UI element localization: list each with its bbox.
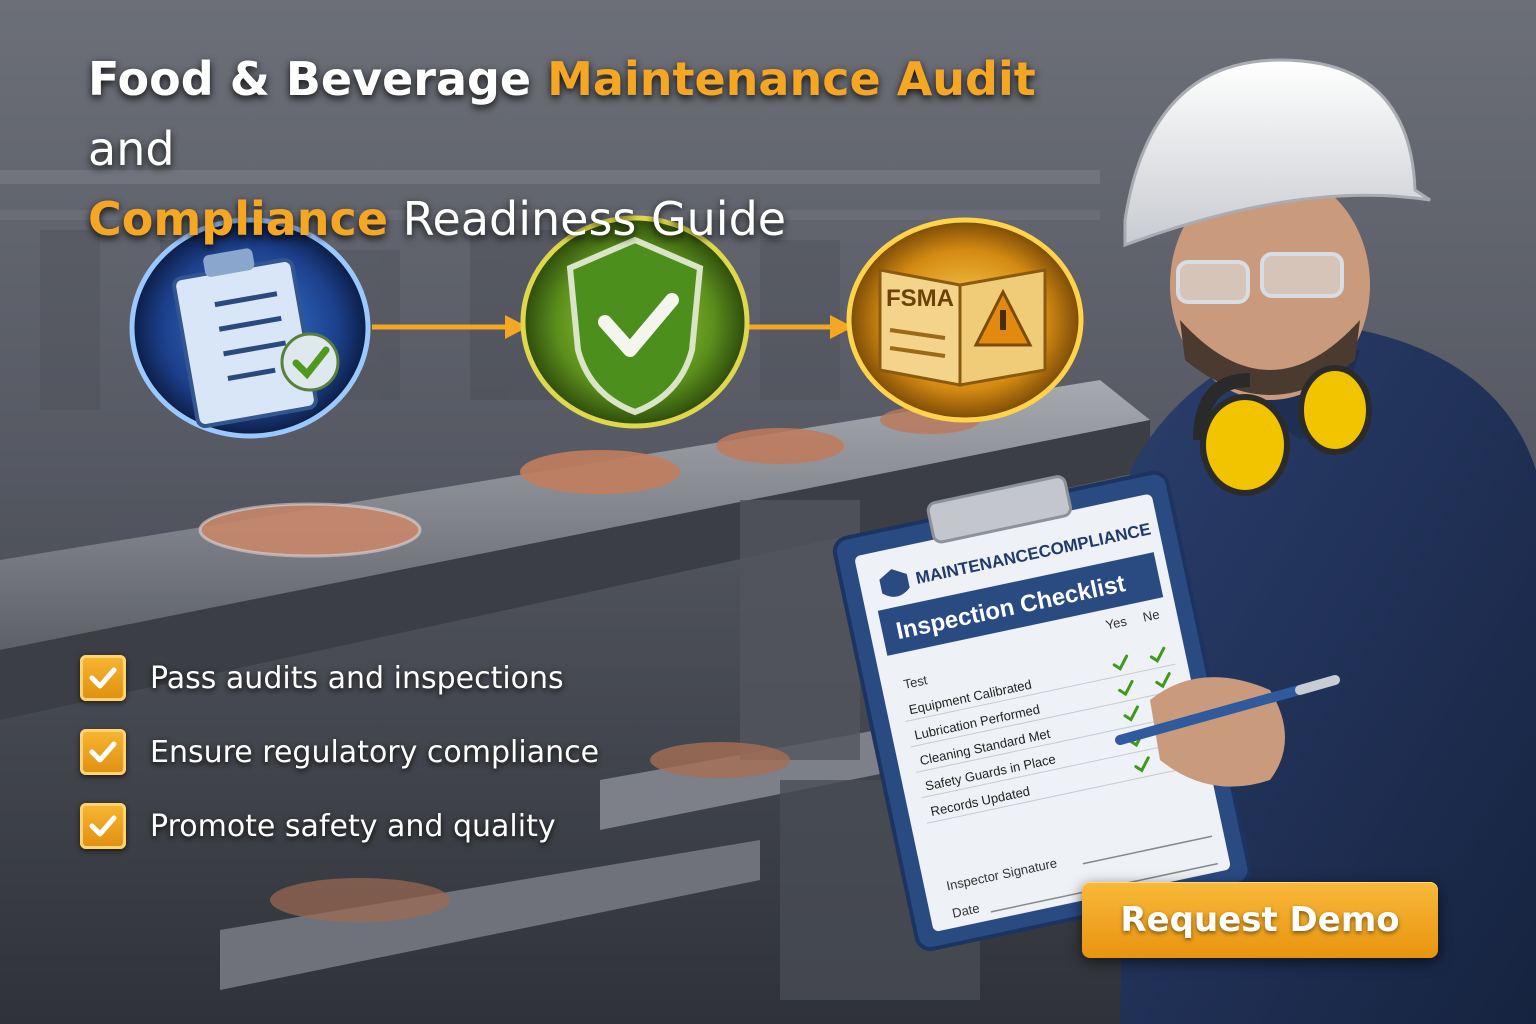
headline-part: Food & Beverage xyxy=(88,52,548,106)
fsma-label: FSMA xyxy=(886,285,954,312)
checkbox-icon xyxy=(80,729,126,775)
headline: Food & Beverage Maintenance Audit and Co… xyxy=(88,44,1128,254)
benefit-item: Pass audits and inspections xyxy=(80,652,700,704)
benefit-text: Promote safety and quality xyxy=(150,808,556,844)
checkbox-icon xyxy=(80,655,126,701)
checkbox-icon xyxy=(80,803,126,849)
benefit-item: Promote safety and quality xyxy=(80,800,700,852)
benefit-item: Ensure regulatory compliance xyxy=(80,726,700,778)
request-demo-button[interactable]: Request Demo xyxy=(1082,882,1438,958)
headline-accent: Compliance xyxy=(88,192,389,246)
benefits-list: Pass audits and inspections Ensure regul… xyxy=(80,652,700,874)
headline-part: and xyxy=(88,122,175,176)
benefit-text: Pass audits and inspections xyxy=(150,660,564,696)
benefit-text: Ensure regulatory compliance xyxy=(150,734,600,770)
headline-part: Readiness Guide xyxy=(388,192,787,246)
headline-accent: Maintenance Audit xyxy=(547,52,1036,106)
